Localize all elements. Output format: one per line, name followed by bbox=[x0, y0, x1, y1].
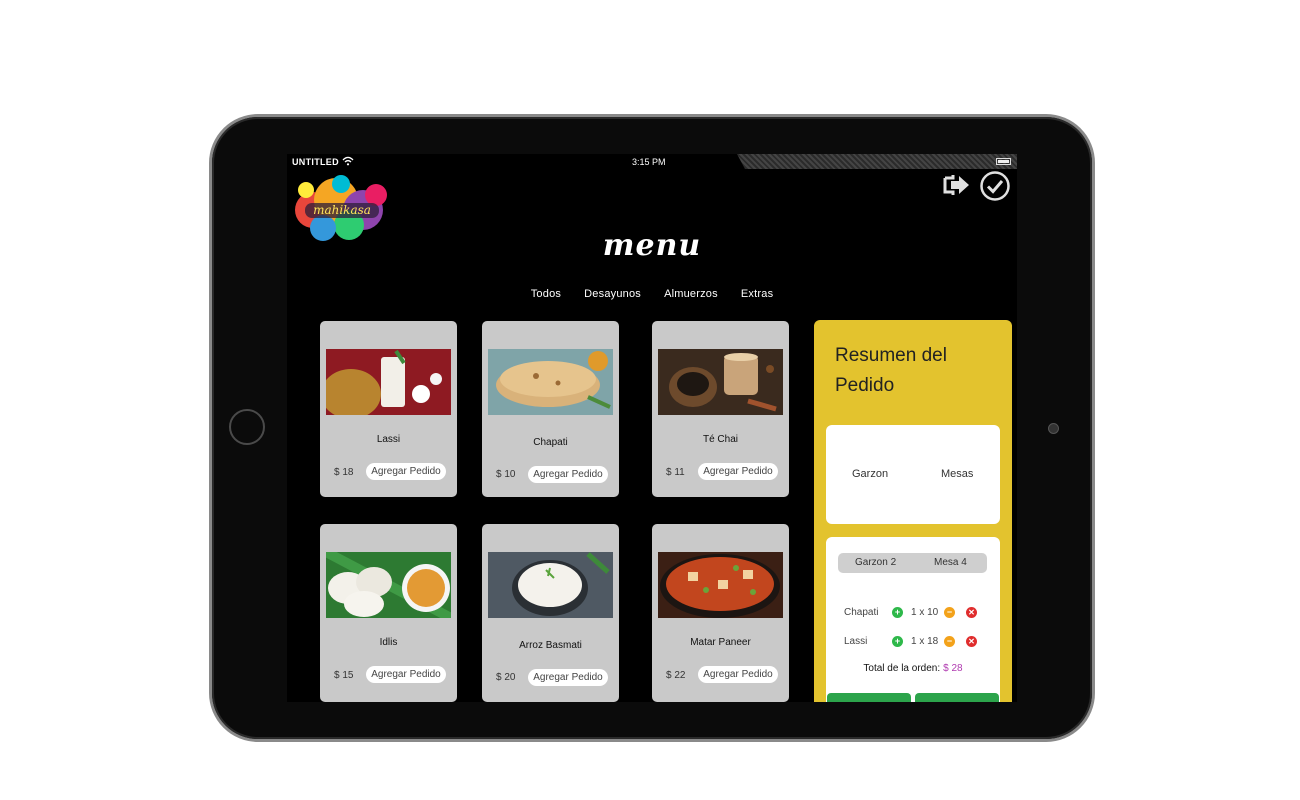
add-to-order-button[interactable]: Agregar Pedido bbox=[366, 666, 446, 683]
add-to-order-button[interactable]: Agregar Pedido bbox=[698, 463, 778, 480]
product-image-lassi bbox=[326, 349, 451, 415]
product-card: Matar Paneer $ 22 Agregar Pedido bbox=[652, 524, 789, 702]
plus-icon[interactable]: + bbox=[892, 607, 903, 618]
product-image-matar-paneer bbox=[658, 552, 783, 618]
order-summary-panel: Resumen del Pedido Garzon Mesas Garzon 2… bbox=[814, 320, 1012, 702]
order-line: Lassi + 1 x 18 − ✕ bbox=[826, 636, 1000, 650]
product-card: Idlis $ 15 Agregar Pedido bbox=[320, 524, 457, 702]
product-name: Matar Paneer bbox=[690, 637, 751, 648]
carrier-label: UNTITLED bbox=[292, 157, 339, 167]
order-details: Garzon 2 Mesa 4 Chapati + 1 x 10 − ✕ Las… bbox=[826, 537, 1000, 702]
product-price: $ 15 bbox=[334, 670, 354, 681]
product-name: Té Chai bbox=[702, 434, 738, 445]
wifi-icon bbox=[342, 156, 354, 169]
add-to-order-button[interactable]: Agregar Pedido bbox=[528, 669, 608, 686]
plus-icon[interactable]: + bbox=[892, 636, 903, 647]
table-select[interactable]: Mesas bbox=[941, 468, 973, 480]
assignment-pill: Garzon 2 Mesa 4 bbox=[838, 553, 987, 573]
status-time: 3:15 PM bbox=[632, 157, 666, 167]
waiter-select[interactable]: Garzon bbox=[852, 468, 888, 480]
product-image-arroz-basmati bbox=[488, 552, 613, 618]
order-action-button-left[interactable] bbox=[827, 693, 911, 702]
home-button[interactable] bbox=[229, 409, 265, 445]
tab-todos[interactable]: Todos bbox=[531, 288, 561, 300]
minus-icon[interactable]: − bbox=[944, 607, 955, 618]
product-price: $ 20 bbox=[496, 672, 516, 683]
product-image-chapati bbox=[488, 349, 613, 415]
product-card: Té Chai $ 11 Agregar Pedido bbox=[652, 321, 789, 497]
tab-almuerzos[interactable]: Almuerzos bbox=[664, 288, 718, 300]
order-total-value: $ 28 bbox=[943, 663, 963, 674]
product-card: Arroz Basmati $ 20 Agregar Pedido bbox=[482, 524, 619, 702]
add-to-order-button[interactable]: Agregar Pedido bbox=[528, 466, 608, 483]
delete-icon[interactable]: ✕ bbox=[966, 636, 977, 647]
product-price: $ 18 bbox=[334, 467, 354, 478]
category-tabs: Todos Desayunos Almuerzos Extras bbox=[287, 288, 1017, 300]
product-image-te-chai bbox=[658, 349, 783, 415]
product-card: Chapati $ 10 Agregar Pedido bbox=[482, 321, 619, 497]
tab-extras[interactable]: Extras bbox=[741, 288, 773, 300]
logo-text: mahikasa bbox=[313, 203, 371, 217]
page-title: menu bbox=[602, 228, 702, 263]
order-line-item: Chapati bbox=[844, 607, 879, 618]
battery-icon bbox=[996, 158, 1011, 165]
add-to-order-button[interactable]: Agregar Pedido bbox=[698, 666, 778, 683]
status-bar: UNTITLED 3:15 PM bbox=[287, 154, 1017, 170]
product-name: Chapati bbox=[533, 437, 568, 448]
product-image-idlis bbox=[326, 552, 451, 618]
order-line-item: Lassi bbox=[844, 636, 868, 647]
product-name: Lassi bbox=[376, 434, 401, 445]
order-total: Total de la orden: $ 28 bbox=[826, 663, 1000, 674]
product-price: $ 22 bbox=[666, 670, 686, 681]
order-line-qty: 1 x 10 bbox=[911, 607, 939, 618]
logout-icon[interactable] bbox=[942, 170, 972, 204]
order-summary-title: Resumen del Pedido bbox=[835, 345, 947, 396]
product-card: Lassi $ 18 Agregar Pedido bbox=[320, 321, 457, 497]
order-total-label: Total de la orden: bbox=[863, 663, 941, 674]
status-bar-pattern bbox=[737, 154, 1017, 169]
tab-desayunos[interactable]: Desayunos bbox=[584, 288, 641, 300]
add-to-order-button[interactable]: Agregar Pedido bbox=[366, 463, 446, 480]
order-action-button-right[interactable] bbox=[915, 693, 999, 702]
app-screen: UNTITLED 3:15 PM mahikasa menu Todos Des… bbox=[287, 154, 1017, 702]
order-line: Chapati + 1 x 10 − ✕ bbox=[826, 607, 1000, 621]
delete-icon[interactable]: ✕ bbox=[966, 607, 977, 618]
product-price: $ 11 bbox=[666, 467, 685, 478]
camera bbox=[1048, 423, 1059, 434]
minus-icon[interactable]: − bbox=[944, 636, 955, 647]
order-line-qty: 1 x 18 bbox=[911, 636, 939, 647]
product-name: Idlis bbox=[379, 637, 398, 648]
product-price: $ 10 bbox=[496, 469, 516, 480]
check-circle-icon[interactable] bbox=[979, 170, 1011, 206]
selected-table: Mesa 4 bbox=[934, 557, 967, 568]
waiter-table-selector: Garzon Mesas bbox=[826, 425, 1000, 524]
product-name: Arroz Basmati bbox=[519, 640, 582, 651]
selected-waiter: Garzon 2 bbox=[855, 557, 897, 568]
